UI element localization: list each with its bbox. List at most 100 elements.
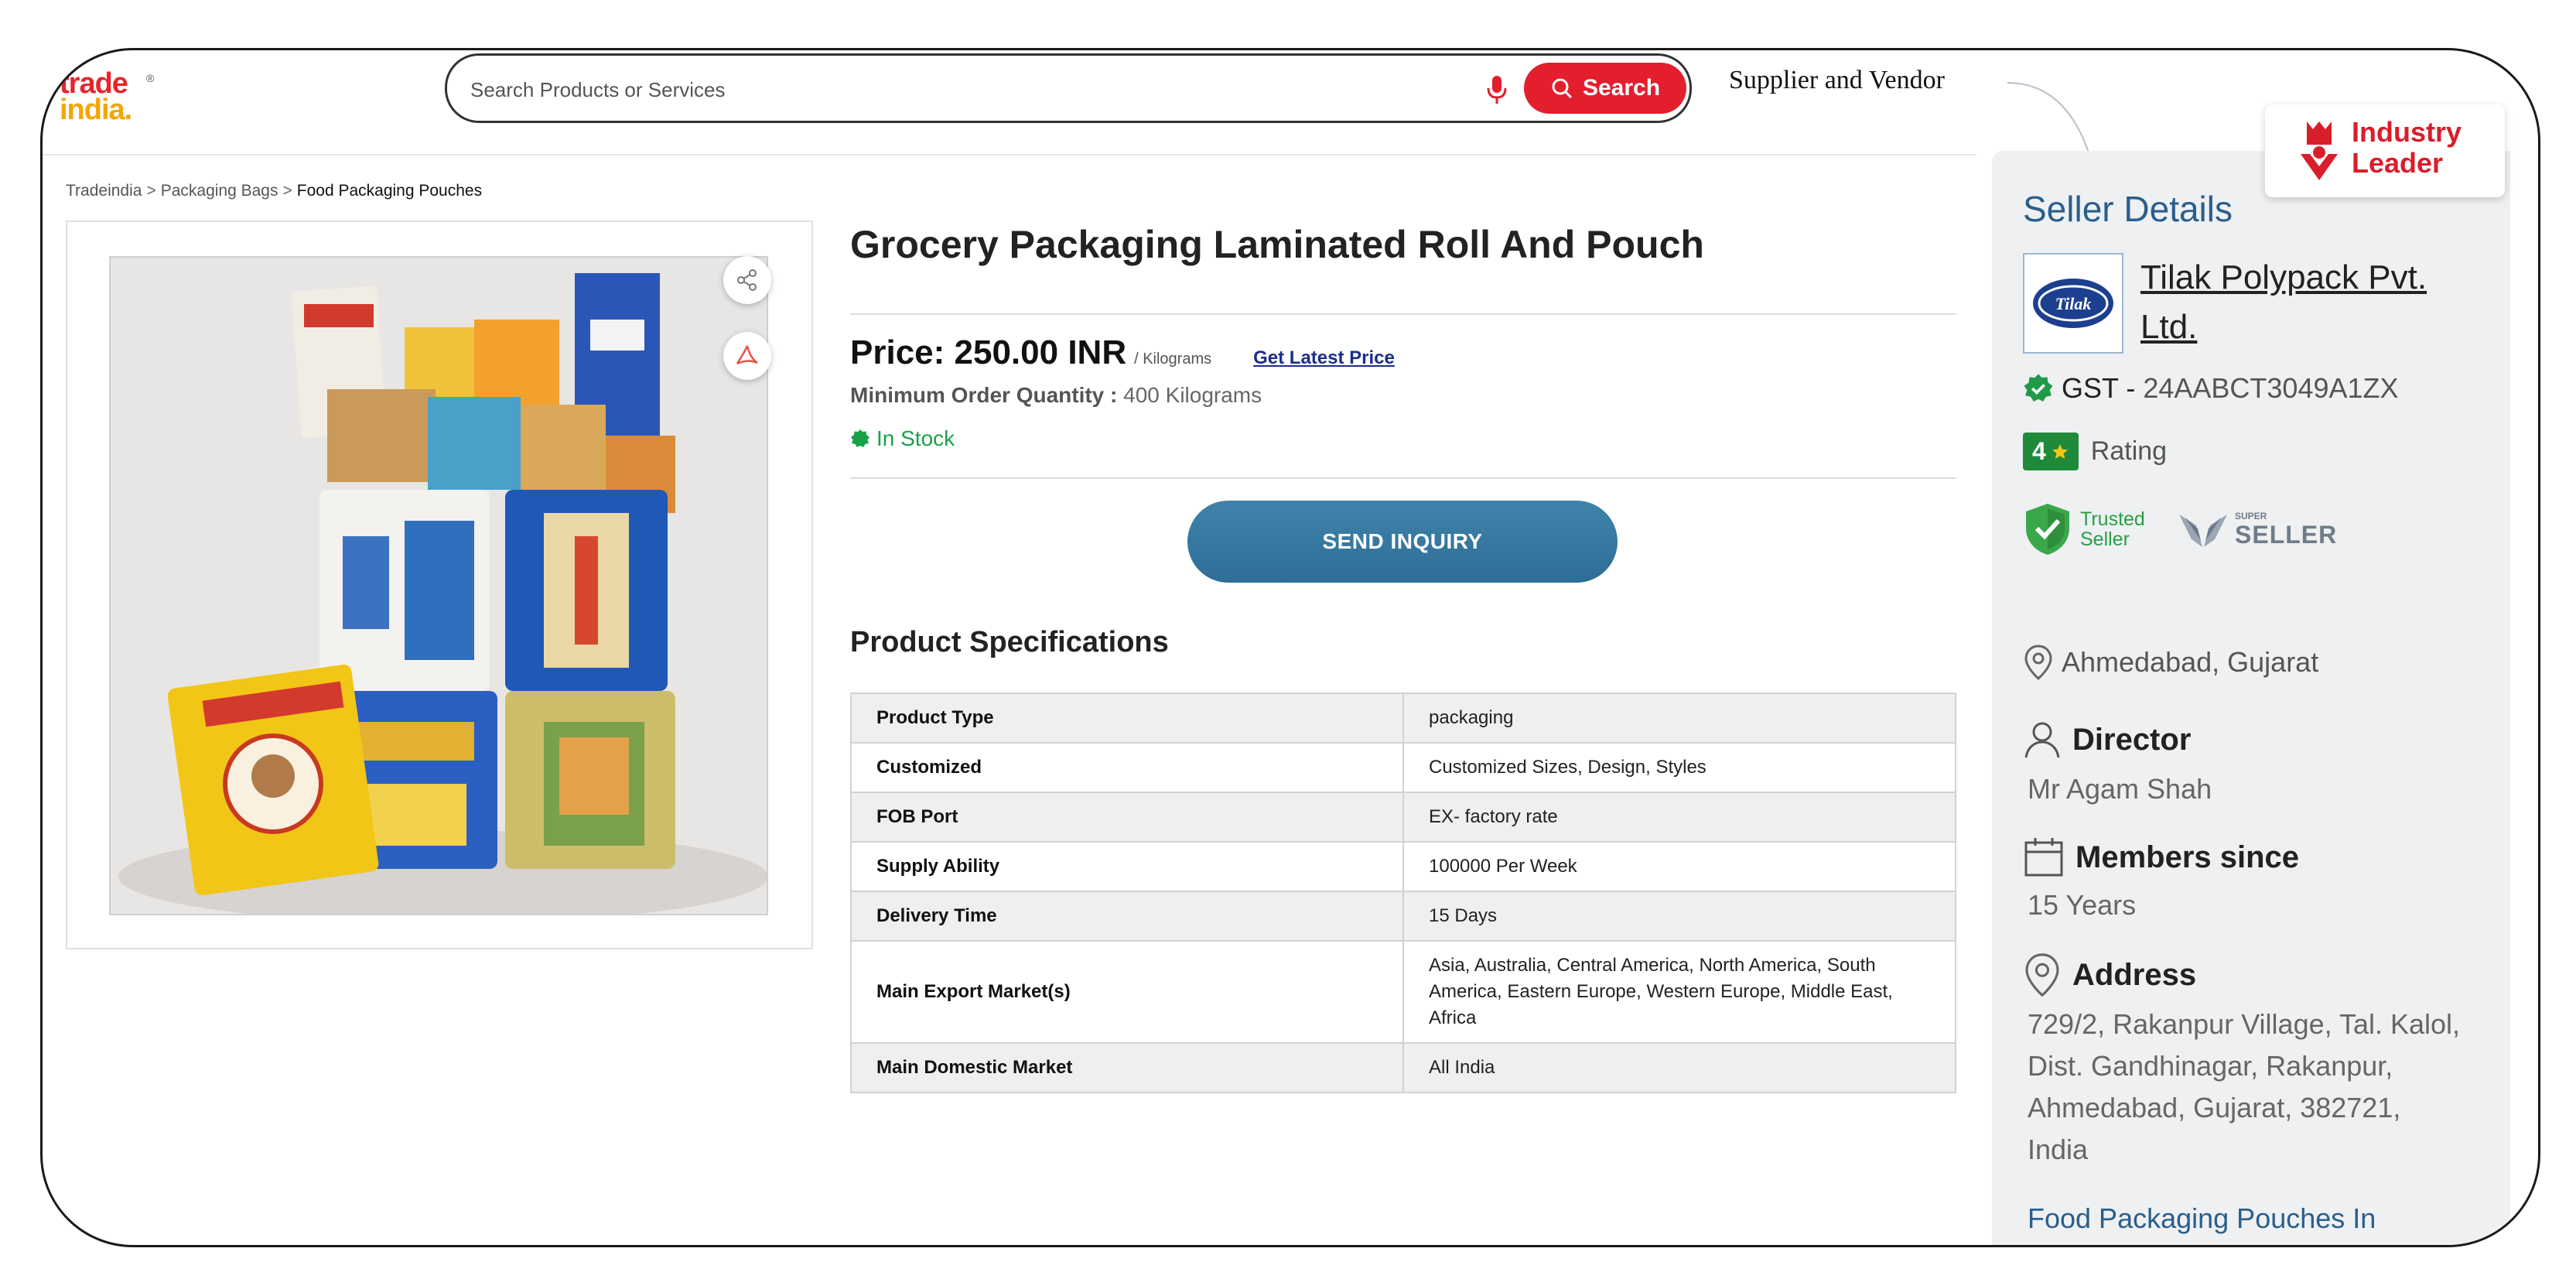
industry-leader-icon [2301, 121, 2338, 180]
director-value: Mr Agam Shah [2028, 773, 2212, 805]
spec-value: Customized Sizes, Design, Styles [1402, 742, 1956, 793]
table-row: Customized Customized Sizes, Design, Sty… [850, 742, 1956, 793]
seller-logo-text: Tilak [2055, 294, 2092, 313]
breadcrumb-separator: > [146, 182, 156, 200]
spec-key: Product Type [850, 693, 1404, 744]
product-title: Grocery Packaging Laminated Roll And Pou… [850, 223, 1704, 266]
industry-leader-line2: Leader [2352, 147, 2444, 179]
price-row: Price: 250.00 INR / Kilograms Get Latest… [850, 333, 1395, 372]
seller-label: SELLER [2235, 520, 2338, 549]
gst-label: GST - [2062, 372, 2136, 404]
trusted-seller-badge: Trusted Seller [2023, 502, 2145, 556]
super-seller-badge: SUPER SELLER [2178, 508, 2337, 552]
get-latest-price-link[interactable]: Get Latest Price [1253, 347, 1395, 369]
director-heading: Director [2023, 720, 2191, 759]
person-icon [2024, 722, 2060, 758]
table-row: Delivery Time 15 Days [850, 891, 1956, 942]
search-icon [1552, 78, 1573, 99]
share-button[interactable] [723, 256, 771, 304]
seller-name-link[interactable]: Tilak Polypack Pvt. Ltd. [2140, 253, 2465, 352]
breadcrumb: Tradeindia > Packaging Bags > Food Packa… [66, 182, 482, 200]
header-divider [43, 154, 1976, 156]
super-label: SUPER [2235, 510, 2267, 522]
rating-badge: 4 [2023, 433, 2079, 470]
address-value: 729/2, Rakanpur Village, Tal. Kalol, Dis… [2028, 1008, 2461, 1165]
share-icon [737, 269, 757, 291]
product-specifications-heading: Product Specifications [850, 626, 1169, 658]
address-pin-icon [2025, 953, 2059, 997]
gst-number: 24AABCT3049A1ZX [2143, 372, 2399, 404]
pdf-icon [736, 345, 758, 365]
moq-label: Minimum Order Quantity : [850, 383, 1118, 407]
trusted-line1: Trusted [2080, 508, 2145, 530]
industry-leader-badge: Industry Leader [2265, 104, 2505, 197]
star-icon [2052, 443, 2068, 459]
location-text: Ahmedabad, Gujarat [2062, 646, 2319, 678]
spec-value: 100000 Per Week [1402, 841, 1956, 892]
search-input[interactable] [470, 74, 1476, 105]
product-price: Price: 250.00 INR [850, 333, 1127, 371]
microphone-icon[interactable] [1484, 73, 1510, 107]
table-row: FOB Port EX- factory rate [850, 792, 1956, 843]
industry-leader-line1: Industry [2352, 116, 2462, 148]
spec-key: FOB Port [850, 792, 1404, 843]
location-pin-icon [2024, 645, 2052, 680]
table-row: Product Type packaging [850, 693, 1956, 744]
spec-value: All India [1402, 1042, 1956, 1093]
spec-value: 15 Days [1402, 891, 1956, 942]
in-stock-icon [851, 429, 869, 447]
seller-details-heading: Seller Details [2023, 189, 2233, 229]
product-specifications-table: Product Type packaging Customized Custom… [850, 693, 1956, 1093]
in-stock-label: In Stock [876, 426, 955, 450]
product-image-card [66, 221, 813, 949]
verified-icon [2024, 374, 2053, 402]
calendar-icon [2024, 838, 2063, 877]
spec-key: Supply Ability [850, 841, 1404, 892]
spec-value: Asia, Australia, Central America, North … [1402, 940, 1956, 1044]
logo-text-india: india. [60, 94, 132, 126]
send-inquiry-button[interactable]: SEND INQUIRY [1187, 501, 1618, 583]
pdf-button[interactable] [723, 332, 771, 380]
spec-value: packaging [1402, 693, 1956, 744]
product-image[interactable] [109, 256, 768, 915]
members-since-heading: Members since [2023, 836, 2299, 878]
stock-status: In Stock [850, 426, 955, 451]
rating-value: 4 [2032, 437, 2046, 465]
gst-row: GST - 24AABCT3049A1ZX [2023, 372, 2399, 405]
trusted-line2: Seller [2080, 528, 2130, 550]
breadcrumb-current: Food Packaging Pouches [296, 182, 483, 200]
spec-key: Customized [850, 742, 1404, 793]
director-label: Director [2072, 722, 2192, 757]
wings-icon [2179, 515, 2227, 547]
members-since-value: 15 Years [2028, 889, 2137, 921]
seller-location: Ahmedabad, Gujarat [2023, 645, 2318, 680]
table-row: Supply Ability 100000 Per Week [850, 841, 1956, 892]
breadcrumb-separator: > [282, 182, 292, 200]
title-divider [850, 313, 1956, 315]
address-label: Address [2072, 957, 2197, 992]
supplier-vendor-tagline: Supplier and Vendor [1729, 66, 1945, 94]
related-category-link[interactable]: Food Packaging Pouches In Ahmedabad [2028, 1195, 2461, 1245]
tradeindia-logo[interactable]: trade ® india. [60, 67, 168, 137]
rating-row: 4 Rating [2023, 433, 2167, 470]
spec-key: Main Export Market(s) [850, 940, 1404, 1044]
price-unit: / Kilograms [1134, 351, 1212, 368]
breadcrumb-home[interactable]: Tradeindia [66, 182, 142, 200]
search-button[interactable]: Search [1524, 63, 1686, 114]
spec-key: Delivery Time [850, 891, 1404, 942]
breadcrumb-packaging-bags[interactable]: Packaging Bags [161, 182, 278, 200]
spec-key: Main Domestic Market [850, 1042, 1404, 1093]
spec-value: EX- factory rate [1402, 792, 1956, 843]
seller-logo[interactable]: Tilak [2023, 253, 2123, 354]
members-since-label: Members since [2075, 840, 2300, 874]
rating-label: Rating [2090, 436, 2168, 466]
stock-divider [850, 477, 1956, 479]
shield-check-icon [2026, 504, 2069, 555]
search-bar: Search [445, 53, 1692, 123]
address-heading: Address [2023, 952, 2196, 997]
logo-registered-mark: ® [146, 72, 155, 84]
moq-value: 400 Kilograms [1123, 383, 1262, 407]
min-order-quantity: Minimum Order Quantity : 400 Kilograms [850, 383, 1262, 408]
table-row: Main Domestic Market All India [850, 1042, 1956, 1093]
search-button-label: Search [1582, 75, 1661, 101]
